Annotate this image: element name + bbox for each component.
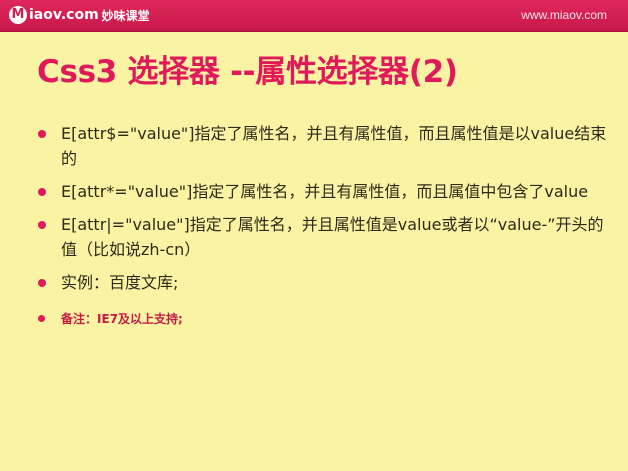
bullet-item-note: 备注：IE7及以上支持;: [38, 307, 608, 332]
logo-chinese-text: 妙味课堂: [101, 8, 150, 23]
bullet-item-attr-ends-with: E[attr$="value"]指定了属性名，并且有属性值，而且属性值是以val…: [38, 121, 608, 171]
bullet-text: E[attr|="value"]指定了属性名，并且属性值是value或者以“va…: [61, 215, 604, 259]
logo-text: iaov.com: [29, 7, 99, 23]
bullet-item-example: 实例：百度文库;: [38, 270, 608, 295]
bullet-text: E[attr*="value"]指定了属性名，并且有属性值，而且属值中包含了va…: [61, 182, 589, 201]
bullet-dot-icon: [38, 221, 46, 229]
bullet-dot-icon: [38, 188, 46, 196]
site-url[interactable]: www.miaov.com: [521, 8, 607, 22]
top-header-bar: M iaov.com 妙味课堂 www.miaov.com: [0, 0, 628, 32]
logo-mark: M: [9, 6, 27, 24]
bullet-item-attr-prefix: E[attr|="value"]指定了属性名，并且属性值是value或者以“va…: [38, 212, 608, 262]
slide-page: M iaov.com 妙味课堂 www.miaov.com Css3 选择器 -…: [0, 0, 628, 471]
slide-title: Css3 选择器 --属性选择器(2): [37, 54, 458, 90]
bullet-list: E[attr$="value"]指定了属性名，并且有属性值，而且属性值是以val…: [38, 121, 608, 340]
bullet-text: 实例：百度文库;: [61, 273, 179, 292]
miaov-logo[interactable]: M iaov.com 妙味课堂: [9, 5, 150, 25]
bullet-text: E[attr$="value"]指定了属性名，并且有属性值，而且属性值是以val…: [61, 124, 607, 168]
bullet-dot-icon: [38, 315, 45, 322]
note-text: 备注：IE7及以上支持;: [61, 312, 183, 326]
bullet-dot-icon: [38, 279, 46, 287]
bullet-item-attr-contains: E[attr*="value"]指定了属性名，并且有属性值，而且属值中包含了va…: [38, 179, 608, 204]
bullet-dot-icon: [38, 130, 46, 138]
